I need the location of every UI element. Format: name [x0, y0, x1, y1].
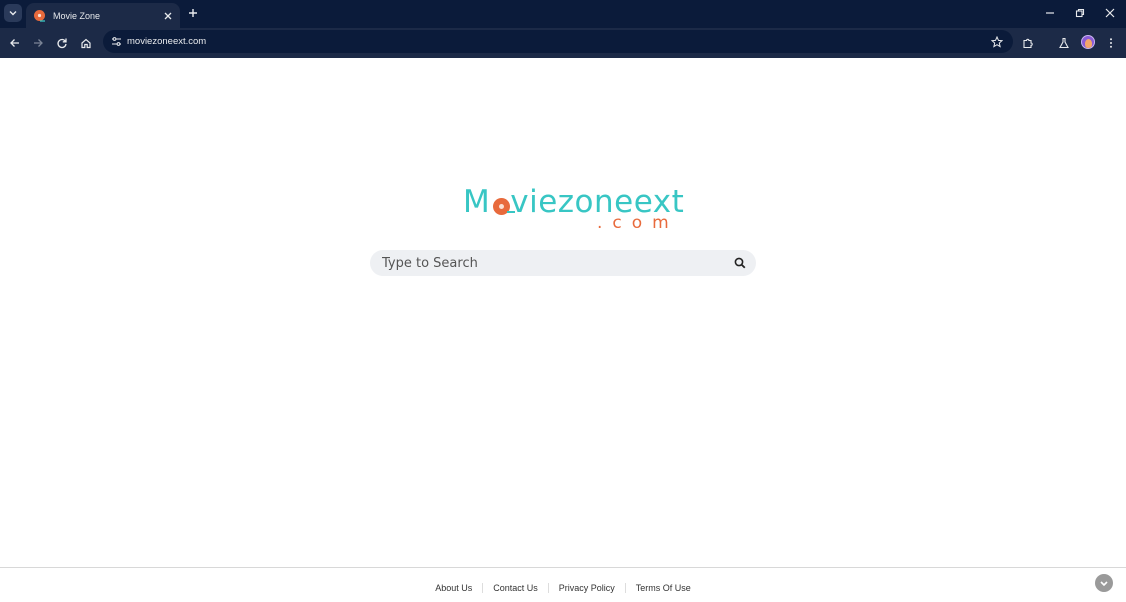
back-button[interactable] — [6, 34, 24, 52]
labs-icon — [1059, 37, 1069, 49]
close-icon — [164, 12, 172, 19]
page-footer: About Us Contact Us Privacy Policy Terms… — [0, 567, 1126, 602]
footer-link-terms-of-use[interactable]: Terms Of Use — [624, 583, 701, 593]
forward-button[interactable] — [29, 34, 47, 52]
search-button[interactable] — [732, 255, 748, 271]
back-icon — [10, 39, 19, 47]
footer-links: About Us Contact Us Privacy Policy Terms… — [0, 583, 1126, 593]
browser-menu-button[interactable] — [1102, 34, 1120, 52]
reel-favicon-icon — [32, 9, 46, 23]
footer-link-privacy-policy[interactable]: Privacy Policy — [547, 583, 625, 593]
close-window-button[interactable] — [1100, 4, 1120, 22]
title-bar: Movie Zone — [0, 0, 1126, 28]
extensions-button[interactable] — [1019, 34, 1037, 52]
browser-toolbar: moviezoneext.com — [0, 28, 1126, 58]
profile-avatar[interactable] — [1081, 35, 1095, 49]
restore-icon — [1075, 8, 1085, 18]
footer-link-contact-us[interactable]: Contact Us — [482, 583, 548, 593]
browser-tab[interactable]: Movie Zone — [26, 3, 180, 28]
home-icon — [81, 38, 91, 49]
reload-icon — [57, 38, 67, 49]
star-icon — [990, 35, 1003, 48]
url-text: moviezoneext.com — [127, 36, 207, 47]
reload-button[interactable] — [53, 34, 71, 52]
search-box — [370, 250, 756, 276]
chevron-down-icon — [1100, 581, 1108, 587]
forward-icon — [34, 39, 43, 47]
labs-button[interactable] — [1055, 34, 1073, 52]
close-icon — [1105, 8, 1115, 18]
bookmark-star-button[interactable] — [989, 34, 1004, 49]
chevron-down-icon — [9, 11, 17, 16]
tab-list-button[interactable] — [4, 4, 22, 22]
logo-domain-suffix: .com — [597, 213, 679, 233]
logo-underscore — [507, 211, 515, 213]
footer-link-about-us[interactable]: About Us — [425, 583, 482, 593]
tab-title: Movie Zone — [53, 10, 101, 21]
menu-icon — [1110, 38, 1112, 48]
site-info-icon[interactable] — [109, 34, 124, 49]
minimize-icon — [1046, 12, 1054, 14]
search-icon — [734, 257, 746, 269]
site-logo[interactable]: Mviezoneext .com — [463, 184, 684, 236]
floating-help-button[interactable] — [1095, 574, 1113, 592]
plus-icon — [189, 9, 197, 17]
home-button[interactable] — [77, 34, 95, 52]
address-bar[interactable]: moviezoneext.com — [103, 30, 1013, 53]
close-tab-button[interactable] — [162, 10, 174, 22]
restore-button[interactable] — [1070, 4, 1090, 22]
new-tab-button[interactable] — [186, 6, 200, 20]
extensions-icon — [1023, 38, 1033, 49]
search-input[interactable] — [382, 252, 722, 274]
minimize-button[interactable] — [1040, 4, 1060, 22]
